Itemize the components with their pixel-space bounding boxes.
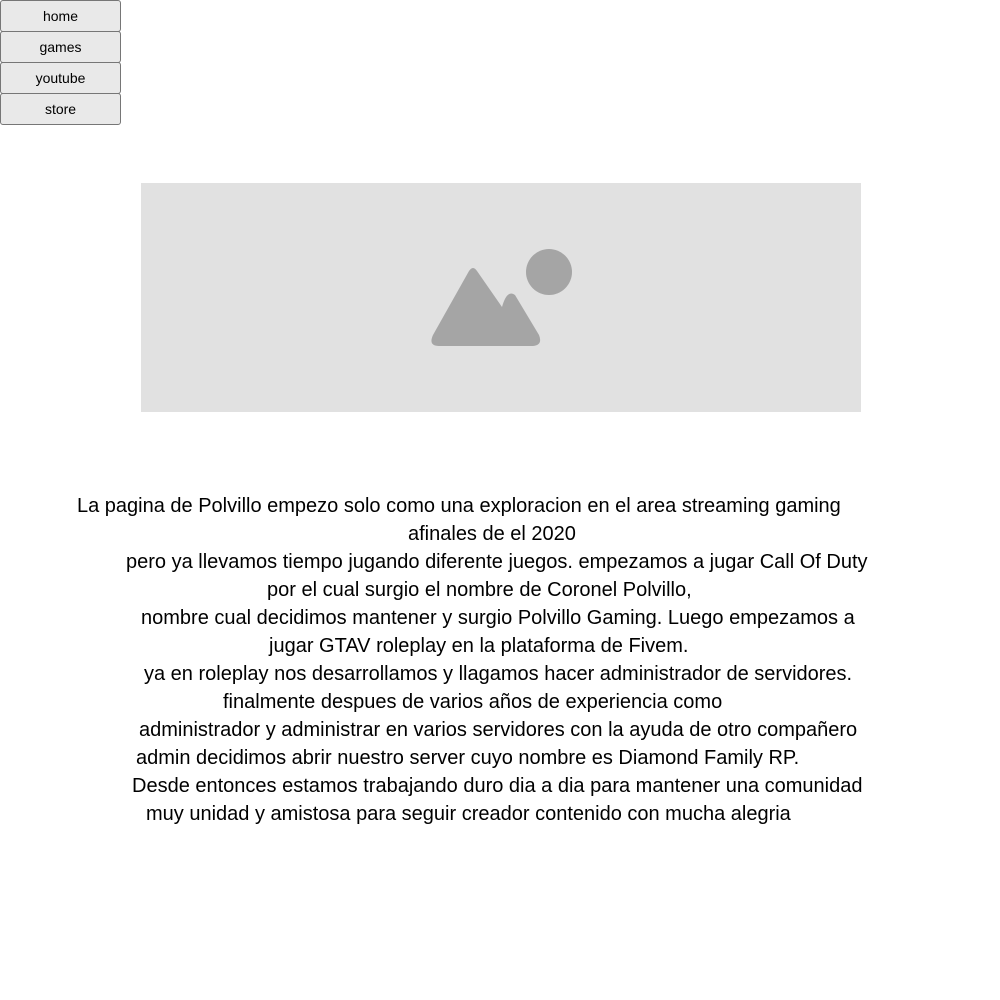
image-placeholder-icon: [431, 249, 572, 346]
nav-store-button[interactable]: store: [0, 93, 121, 125]
about-line: por el cual surgio el nombre de Coronel …: [267, 579, 692, 601]
nav-menu: home games youtube store: [0, 0, 121, 125]
page: home games youtube store La pagina de Po…: [0, 0, 1000, 1000]
about-line: muy unidad y amistosa para seguir creado…: [146, 803, 791, 825]
about-line: Desde entonces estamos trabajando duro d…: [132, 775, 863, 797]
about-line: jugar GTAV roleplay en la plataforma de …: [269, 635, 689, 657]
about-line: afinales de el 2020: [408, 523, 576, 545]
about-line: finalmente despues de varios años de exp…: [223, 691, 723, 713]
about-line: admin decidimos abrir nuestro server cuy…: [136, 747, 800, 769]
nav-home-button[interactable]: home: [0, 0, 121, 32]
about-line: ya en roleplay nos desarrollamos y llaga…: [144, 663, 853, 685]
about-line: nombre cual decidimos mantener y surgio …: [141, 607, 855, 629]
about-line: La pagina de Polvillo empezo solo como u…: [77, 495, 841, 517]
about-line: administrador y administrar en varios se…: [139, 719, 858, 741]
about-line: pero ya llevamos tiempo jugando diferent…: [126, 551, 868, 573]
nav-games-button[interactable]: games: [0, 31, 121, 63]
nav-youtube-button[interactable]: youtube: [0, 62, 121, 94]
